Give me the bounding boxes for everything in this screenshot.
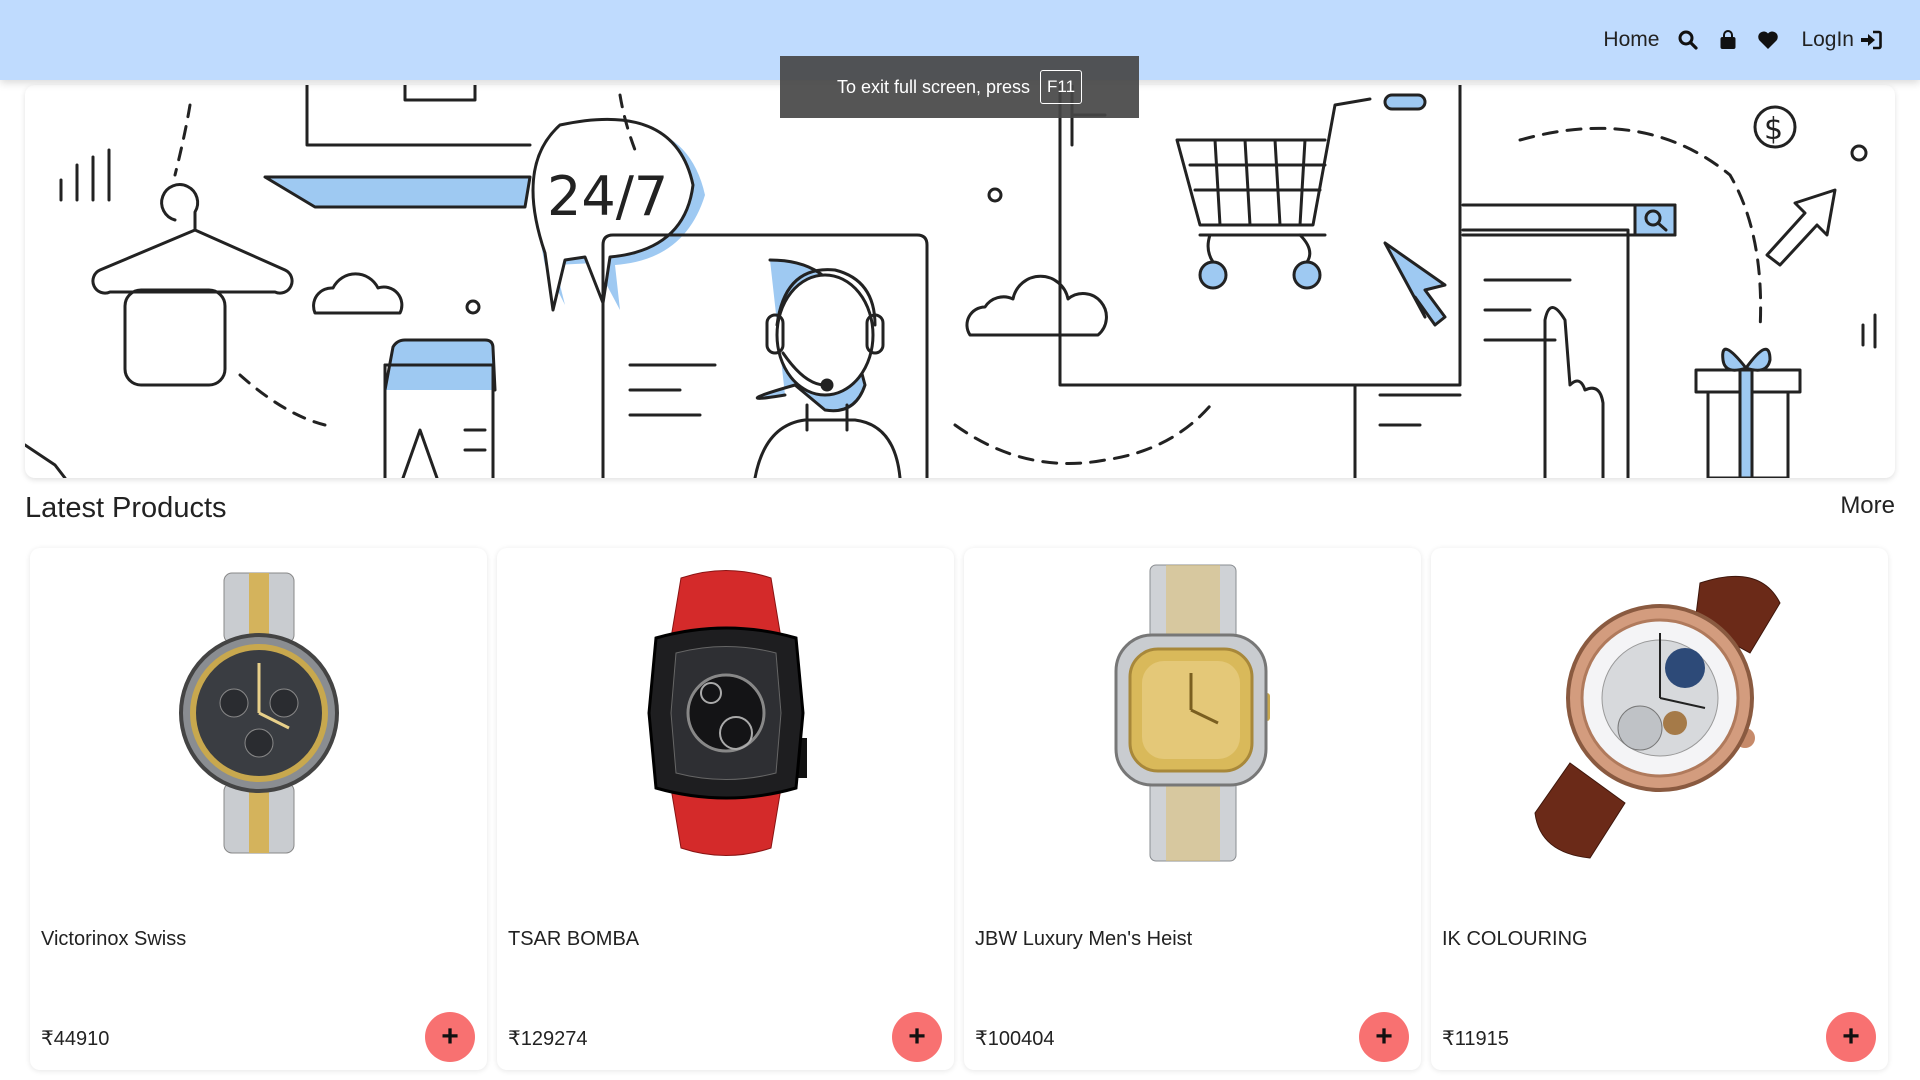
nav-home-link[interactable]: Home [1603,28,1659,52]
heart-icon[interactable] [1757,29,1779,51]
nav-menu: Home LogIn [1603,0,1882,80]
plus-icon: + [441,1020,459,1053]
add-to-cart-button[interactable]: + [892,1012,942,1062]
login-label: LogIn [1801,28,1854,51]
plus-icon: + [1375,1020,1393,1053]
product-card[interactable]: JBW Luxury Men's Heist ₹100404 + [964,548,1421,1070]
product-price: ₹44910 [41,1028,110,1050]
plus-icon: + [908,1020,926,1053]
add-to-cart-button[interactable]: + [1826,1012,1876,1062]
ecommerce-illustration: 24/7 $ [25,85,1877,478]
hero-banner[interactable]: 24/7 $ [25,85,1895,478]
login-icon [1860,29,1882,51]
fullscreen-key-badge: F11 [1040,70,1083,104]
product-image[interactable] [964,548,1421,878]
product-name[interactable]: IK COLOURING [1442,928,1588,951]
more-link[interactable]: More [1840,492,1895,520]
plus-icon: + [1842,1020,1860,1053]
product-price: ₹11915 [1442,1028,1509,1050]
product-name[interactable]: JBW Luxury Men's Heist [975,928,1192,951]
svg-text:24/7: 24/7 [547,165,668,228]
product-card[interactable]: IK COLOURING ₹11915 + [1431,548,1888,1070]
fullscreen-exit-toast: To exit full screen, press F11 [780,56,1139,118]
svg-text:$: $ [1764,112,1783,147]
watch-image-victorinox [178,572,339,854]
product-card[interactable]: Victorinox Swiss ₹44910 + [30,548,487,1070]
add-to-cart-button[interactable]: + [1359,1012,1409,1062]
product-card[interactable]: TSAR BOMBA ₹129274 + [497,548,954,1070]
add-to-cart-button[interactable]: + [425,1012,475,1062]
bag-icon[interactable] [1717,29,1739,51]
product-name[interactable]: TSAR BOMBA [508,928,639,951]
watch-image-ik-colouring [1533,575,1781,859]
watch-image-tsar-bomba [646,570,807,856]
product-image[interactable] [1431,548,1888,878]
product-grid: Victorinox Swiss ₹44910 + TSAR BOMBA ₹12… [30,548,1890,1070]
fullscreen-toast-text: To exit full screen, press [836,76,1031,97]
product-price: ₹100404 [975,1028,1055,1050]
product-price: ₹129274 [508,1028,588,1050]
product-image[interactable] [30,548,487,878]
watch-image-jbw-heist [1114,564,1270,862]
section-title: Latest Products [25,492,227,524]
product-image[interactable] [497,548,954,878]
login-link[interactable]: LogIn [1801,28,1882,52]
search-icon[interactable] [1677,29,1699,51]
product-name[interactable]: Victorinox Swiss [41,928,186,951]
